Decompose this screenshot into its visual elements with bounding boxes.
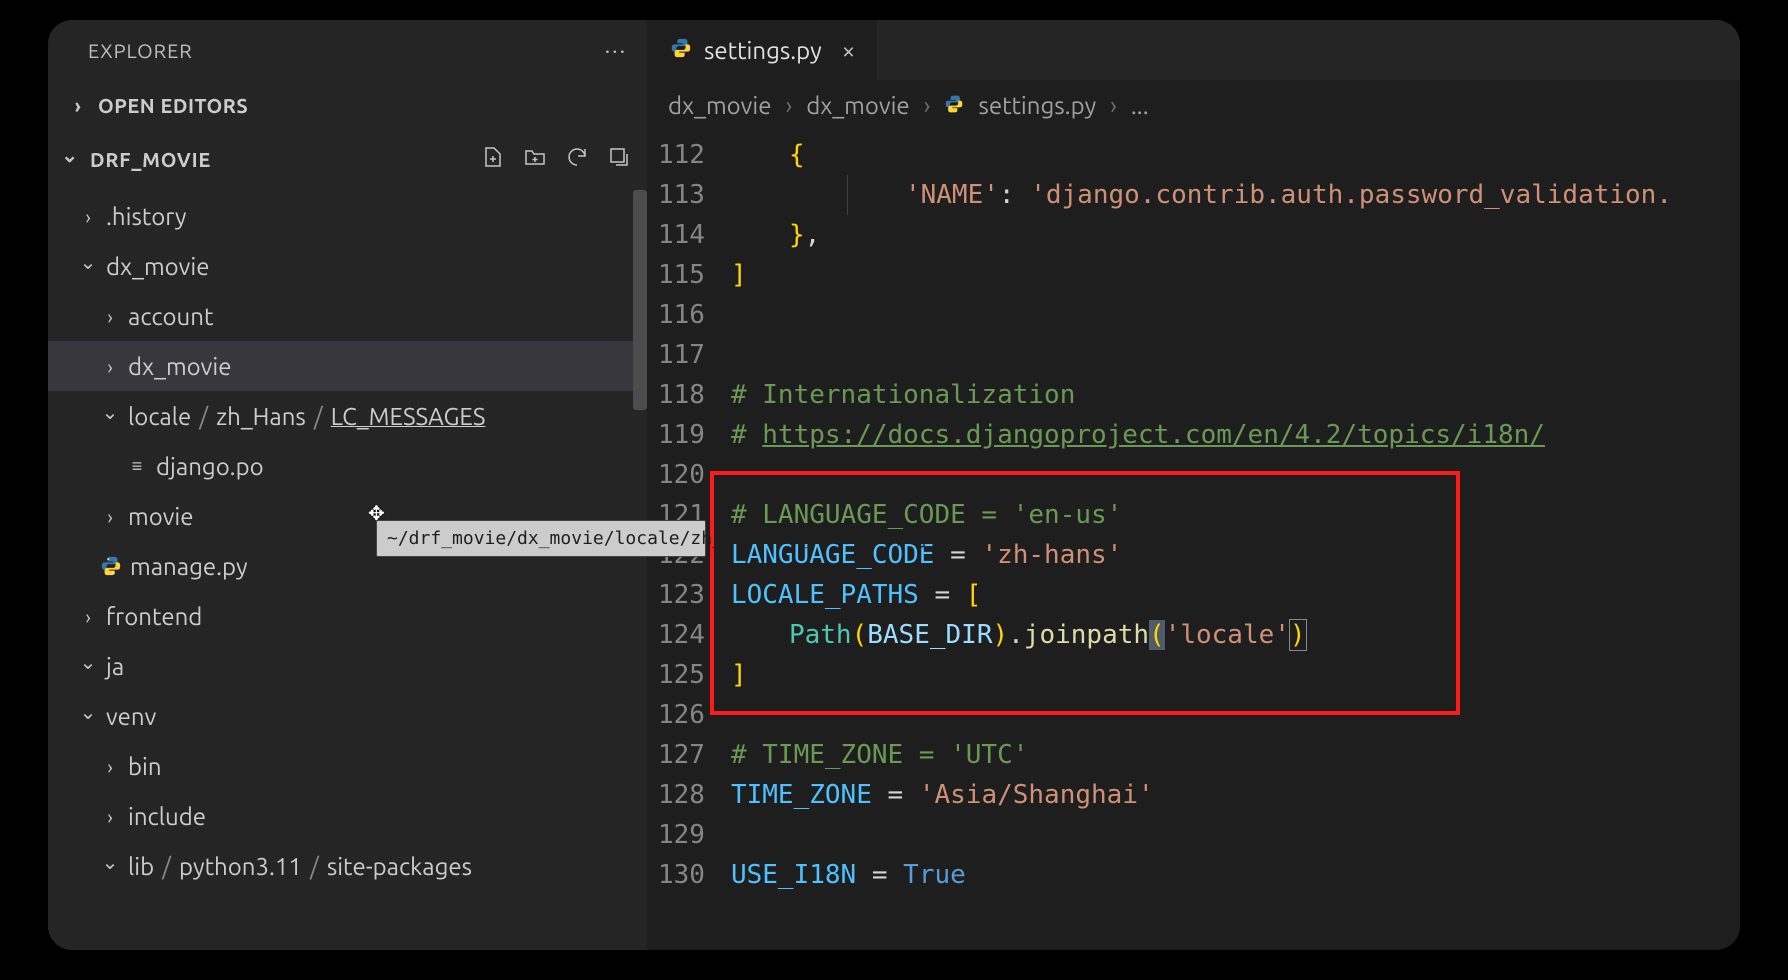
tree-folder-ja[interactable]: ja (48, 641, 647, 691)
python-file-icon (944, 92, 964, 119)
chevron-right-icon (78, 605, 98, 628)
tree-folder-bin[interactable]: bin (48, 741, 647, 791)
open-editors-label: OPEN EDITORS (98, 94, 248, 117)
breadcrumb-item[interactable]: ... (1131, 92, 1149, 119)
python-file-icon (670, 37, 692, 64)
chevron-right-icon (100, 305, 120, 328)
tab-label: settings.py (704, 37, 822, 64)
chevron-right-icon (68, 94, 88, 117)
explorer-actions (481, 145, 631, 173)
chevron-down-icon (100, 404, 120, 428)
tree-label: manage.py (130, 553, 248, 580)
po-file-icon: ≡ (126, 456, 148, 477)
breadcrumb-item[interactable]: settings.py (978, 92, 1096, 119)
breadcrumb-item[interactable]: dx_movie (668, 92, 771, 119)
tree-label: dx_movie (106, 253, 209, 280)
tree-label: python3.11 (179, 853, 302, 880)
chevron-down-icon (78, 654, 98, 678)
tree-folder-locale[interactable]: locale / zh_Hans / LC_MESSAGES (48, 391, 647, 441)
tree-label: site-packages (327, 853, 472, 880)
path-sep: / (310, 853, 319, 880)
open-editors-section[interactable]: OPEN EDITORS (48, 80, 647, 131)
path-sep: / (314, 403, 323, 430)
tree-label: zh_Hans (216, 403, 306, 430)
more-icon[interactable]: ··· (605, 38, 627, 63)
tree-label: venv (106, 703, 156, 730)
close-tab-icon[interactable]: × (842, 37, 856, 64)
tree-folder-frontend[interactable]: frontend (48, 591, 647, 641)
tree-folder-include[interactable]: include (48, 791, 647, 841)
tree-label: include (128, 803, 206, 830)
tree-label: bin (128, 753, 162, 780)
tree-label: LC_MESSAGES (331, 403, 486, 430)
tree-file-django-po[interactable]: ≡ django.po (48, 441, 647, 491)
chevron-down-icon (60, 147, 80, 171)
chevron-down-icon (78, 254, 98, 278)
tree-folder-account[interactable]: account (48, 291, 647, 341)
refresh-icon[interactable] (565, 145, 589, 173)
tree-label: movie (128, 503, 194, 530)
tree-folder-lib[interactable]: lib / python3.11 / site-packages (48, 841, 647, 891)
chevron-right-icon (100, 505, 120, 528)
explorer-sidebar: EXPLORER ··· OPEN EDITORS DRF_MOVIE .his… (48, 20, 648, 950)
chevron-right-icon: › (924, 92, 931, 119)
tree-folder-dx-movie-inner[interactable]: dx_movie (48, 341, 647, 391)
breadcrumbs[interactable]: dx_movie › dx_movie › settings.py › ... (648, 80, 1740, 131)
tree-label: locale (128, 403, 191, 430)
tree-label: lib (128, 853, 154, 880)
chevron-right-icon: › (785, 92, 792, 119)
vscode-window: EXPLORER ··· OPEN EDITORS DRF_MOVIE .his… (48, 20, 1740, 950)
python-file-icon (100, 555, 122, 577)
breadcrumb-item[interactable]: dx_movie (806, 92, 909, 119)
tree-label: dx_movie (128, 353, 231, 380)
tree-label: ja (106, 653, 124, 680)
chevron-right-icon (100, 355, 120, 378)
chevron-right-icon (100, 805, 120, 828)
path-sep: / (162, 853, 171, 880)
tree-folder-venv[interactable]: venv (48, 691, 647, 741)
workspace-name: DRF_MOVIE (90, 148, 211, 171)
collapse-all-icon[interactable] (607, 145, 631, 173)
new-file-icon[interactable] (481, 145, 505, 173)
workspace-header[interactable]: DRF_MOVIE (48, 131, 647, 187)
new-folder-icon[interactable] (523, 145, 547, 173)
tree-scrollbar[interactable] (633, 190, 647, 410)
chevron-right-icon (100, 755, 120, 778)
chevron-right-icon: › (1110, 92, 1117, 119)
explorer-title: EXPLORER (88, 39, 193, 62)
editor-area: settings.py × dx_movie › dx_movie › sett… (648, 20, 1740, 950)
tree-folder-dx-movie[interactable]: dx_movie (48, 241, 647, 291)
tree-label: django.po (156, 453, 264, 480)
tree-label: account (128, 303, 213, 330)
chevron-down-icon (100, 854, 120, 878)
editor-tabs: settings.py × (648, 20, 1740, 80)
tree-label: frontend (106, 603, 202, 630)
file-path-tooltip: ~/drf_movie/dx_movie/locale/zh_Hans/LC_M… (376, 520, 706, 557)
tree-label: .history (106, 203, 186, 230)
chevron-right-icon (78, 205, 98, 228)
explorer-header: EXPLORER ··· (48, 20, 647, 80)
chevron-down-icon (78, 704, 98, 728)
tree-folder-history[interactable]: .history (48, 191, 647, 241)
path-sep: / (199, 403, 208, 430)
tab-settings-py[interactable]: settings.py × (648, 20, 878, 80)
